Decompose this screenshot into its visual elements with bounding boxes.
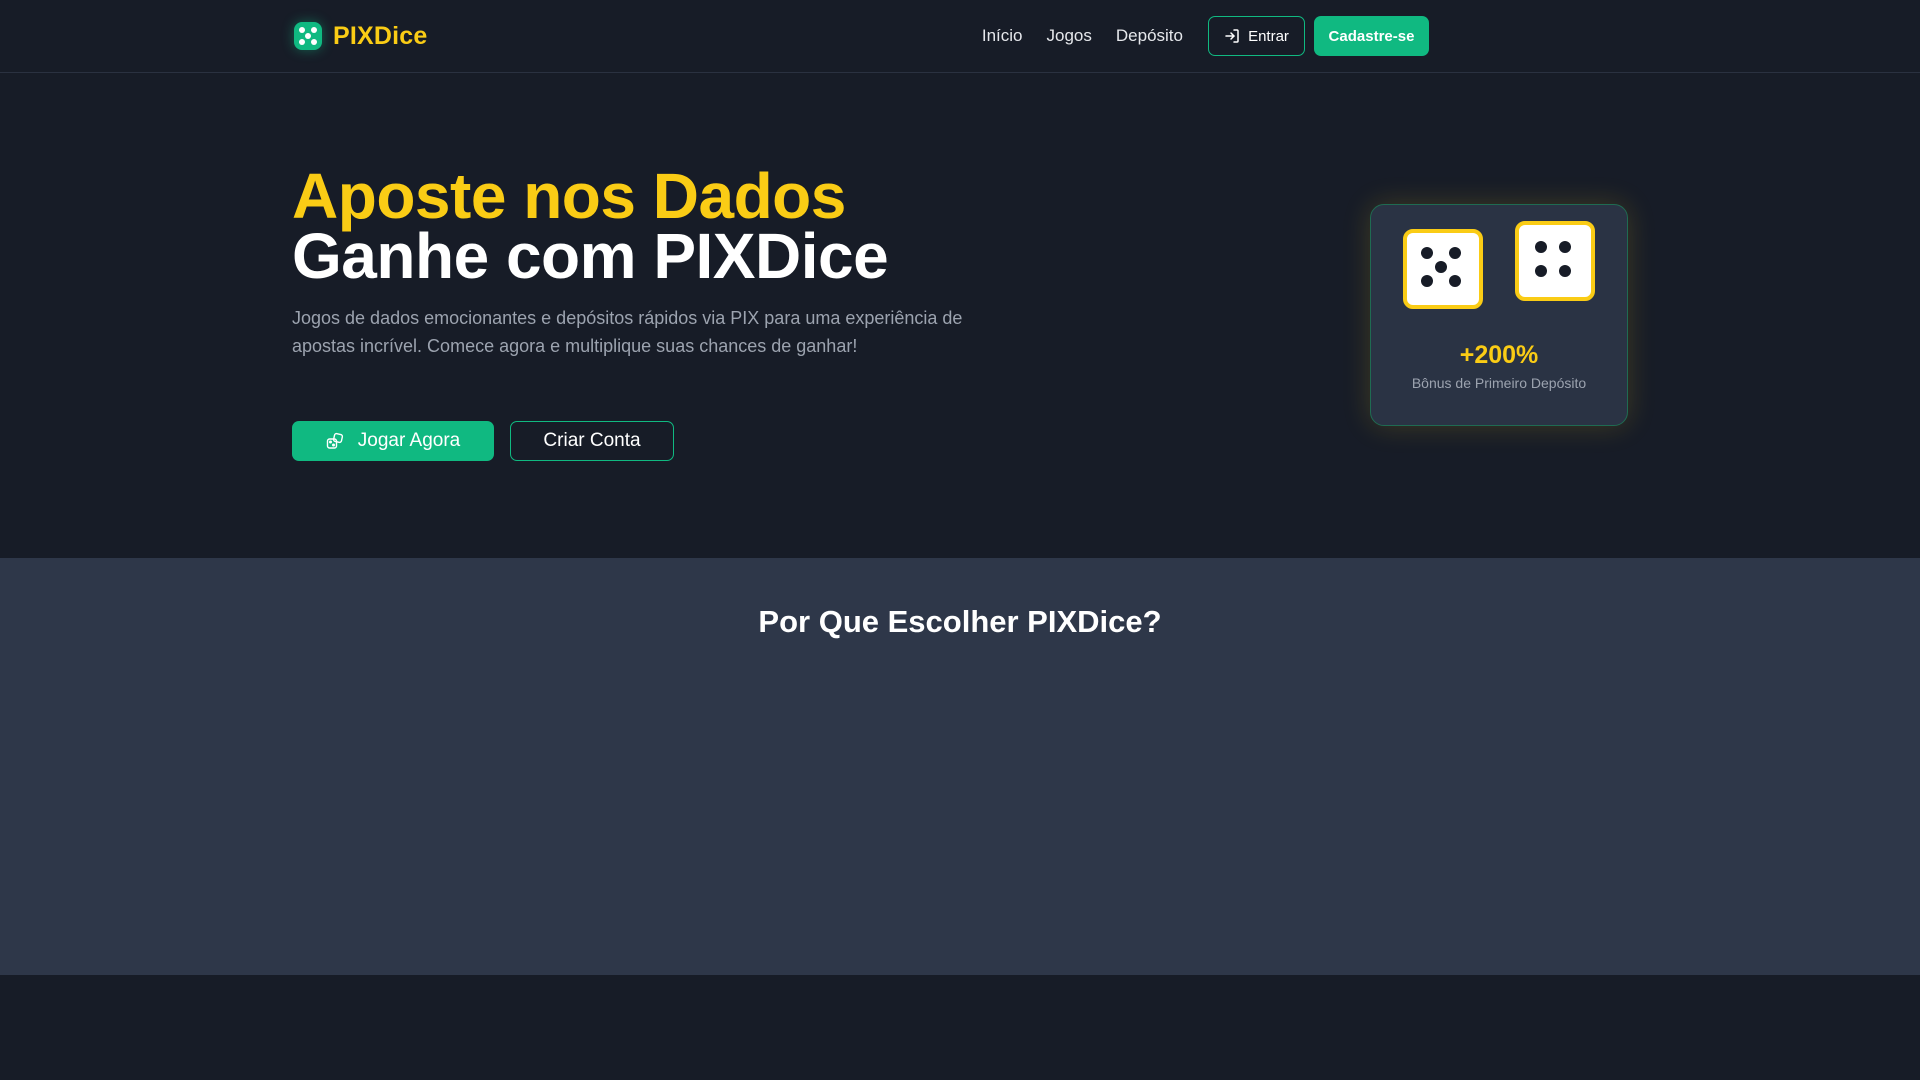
top-nav-bar: PIXDice Início Jogos Depósito Entrar Cad… — [0, 0, 1920, 73]
die-four — [1515, 221, 1595, 301]
die-pip — [1421, 275, 1433, 287]
die-pip — [1435, 261, 1447, 273]
bottom-section — [0, 975, 1920, 1080]
nav-link-deposito[interactable]: Depósito — [1116, 26, 1183, 46]
nav-link-inicio[interactable]: Início — [982, 26, 1023, 46]
hero-actions: Jogar Agora Criar Conta — [292, 421, 674, 461]
die-pip — [1559, 265, 1571, 277]
hero-subtitle: Jogos de dados emocionantes e depósitos … — [292, 308, 963, 356]
hero-title-line1: Aposte nos Dados — [292, 160, 846, 232]
die-pip — [1449, 275, 1461, 287]
bonus-value: +200% — [1459, 341, 1539, 369]
signup-button[interactable]: Cadastre-se — [1314, 16, 1429, 56]
die-pip — [1421, 247, 1433, 259]
die-pip — [1559, 241, 1571, 253]
hero-title: Aposte nos Dados Ganhe com PIXDice — [292, 160, 889, 292]
dice-icon — [294, 22, 322, 50]
logo-text: PIXDice — [333, 21, 428, 50]
hero-title-line2: Ganhe com PIXDice — [292, 220, 889, 292]
login-button-label: Entrar — [1248, 27, 1289, 45]
nav-link-jogos[interactable]: Jogos — [1047, 26, 1092, 46]
login-button[interactable]: Entrar — [1208, 16, 1305, 56]
bonus-label: Bônus de Primeiro Depósito — [1411, 375, 1587, 391]
die-pip — [1535, 241, 1547, 253]
play-now-label: Jogar Agora — [357, 430, 461, 451]
sign-in-icon — [1225, 29, 1239, 43]
die-five — [1403, 229, 1483, 309]
hero-section: Aposte nos Dados Ganhe com PIXDice Jogos… — [0, 74, 1920, 558]
features-section: Por Que Escolher PIXDice? — [0, 558, 1920, 975]
die-pip — [1535, 265, 1547, 277]
bonus-card: +200% Bônus de Primeiro Depósito — [1370, 204, 1628, 426]
features-title: Por Que Escolher PIXDice? — [758, 604, 1162, 639]
dice-play-icon — [326, 432, 343, 449]
play-now-button[interactable]: Jogar Agora — [292, 421, 494, 461]
logo[interactable]: PIXDice — [292, 20, 428, 52]
create-account-button[interactable]: Criar Conta — [510, 421, 674, 461]
main-nav: Início Jogos Depósito Entrar Cadastre-se — [982, 16, 1429, 56]
die-pip — [1449, 247, 1461, 259]
